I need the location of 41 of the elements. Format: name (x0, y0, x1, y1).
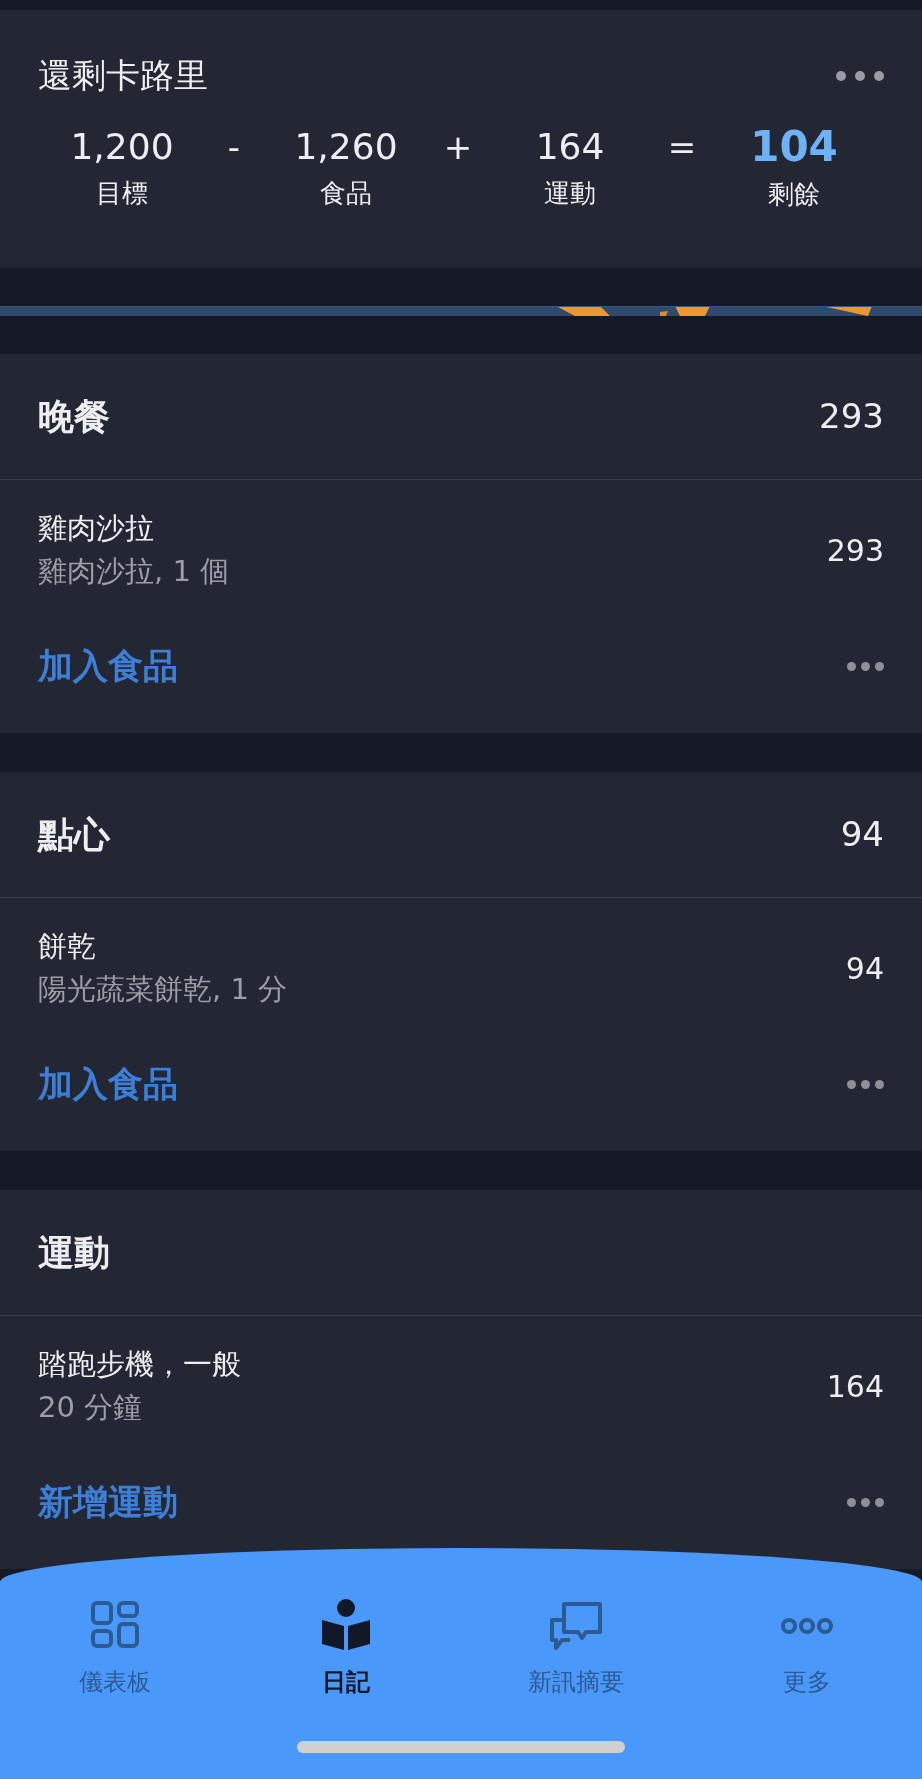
tab-item[interactable]: 新訊摘要 (520, 1598, 633, 1700)
calorie-value: 1,260 (293, 125, 399, 169)
operator-sign: + (443, 127, 473, 167)
calorie-value: 1,200 (69, 125, 175, 169)
more-icon[interactable] (847, 1498, 884, 1507)
tab-item[interactable]: 更多 (770, 1598, 843, 1700)
section-total: 293 (819, 395, 884, 438)
entry-name: 餅乾 (38, 927, 97, 965)
entry-row[interactable]: 雞肉沙拉 雞肉沙拉, 1 個 293 (0, 480, 922, 620)
entry-row[interactable]: 踏跑步機，一般 20 分鐘 164 (0, 1316, 922, 1456)
calorie-label: 剩餘 (767, 178, 821, 212)
more-icon[interactable] (847, 662, 884, 671)
entry-detail: 20 分鐘 (38, 1389, 144, 1426)
add-link[interactable]: 加入食品 (38, 640, 178, 693)
calorie-label: 目標 (95, 177, 149, 211)
more-icon[interactable] (836, 70, 884, 81)
entry-calories: 164 (826, 1367, 884, 1406)
entry-calories: 94 (845, 949, 884, 988)
entry-detail: 陽光蔬菜餅乾, 1 分 (38, 971, 288, 1008)
entry-calories: 293 (826, 531, 884, 570)
more-icon (778, 1618, 835, 1634)
entry-detail: 雞肉沙拉, 1 個 (38, 553, 230, 590)
calorie-label: 運動 (543, 177, 597, 211)
entry-row[interactable]: 餅乾 陽光蔬菜餅乾, 1 分 94 (0, 898, 922, 1038)
calorie-label: 食品 (319, 177, 373, 211)
section-title: 晚餐 (38, 394, 110, 439)
section-title: 點心 (38, 812, 110, 857)
section-total: 94 (840, 813, 884, 856)
summary-title: 還剩卡路里 (38, 54, 208, 97)
tab-item[interactable]: 儀表板 (71, 1598, 160, 1700)
operator-sign: = (667, 127, 697, 167)
add-link[interactable]: 新增運動 (38, 1476, 178, 1529)
section-title: 運動 (38, 1230, 110, 1275)
more-icon[interactable] (847, 1080, 884, 1089)
calorie-value: 104 (749, 125, 839, 170)
tab-item[interactable]: 日記 (309, 1598, 382, 1700)
add-link[interactable]: 加入食品 (38, 1058, 178, 1111)
operator-sign: - (227, 127, 241, 167)
entry-name: 雞肉沙拉 (38, 509, 155, 547)
entry-name: 踏跑步機，一般 (38, 1345, 241, 1383)
calorie-value: 164 (534, 125, 606, 169)
